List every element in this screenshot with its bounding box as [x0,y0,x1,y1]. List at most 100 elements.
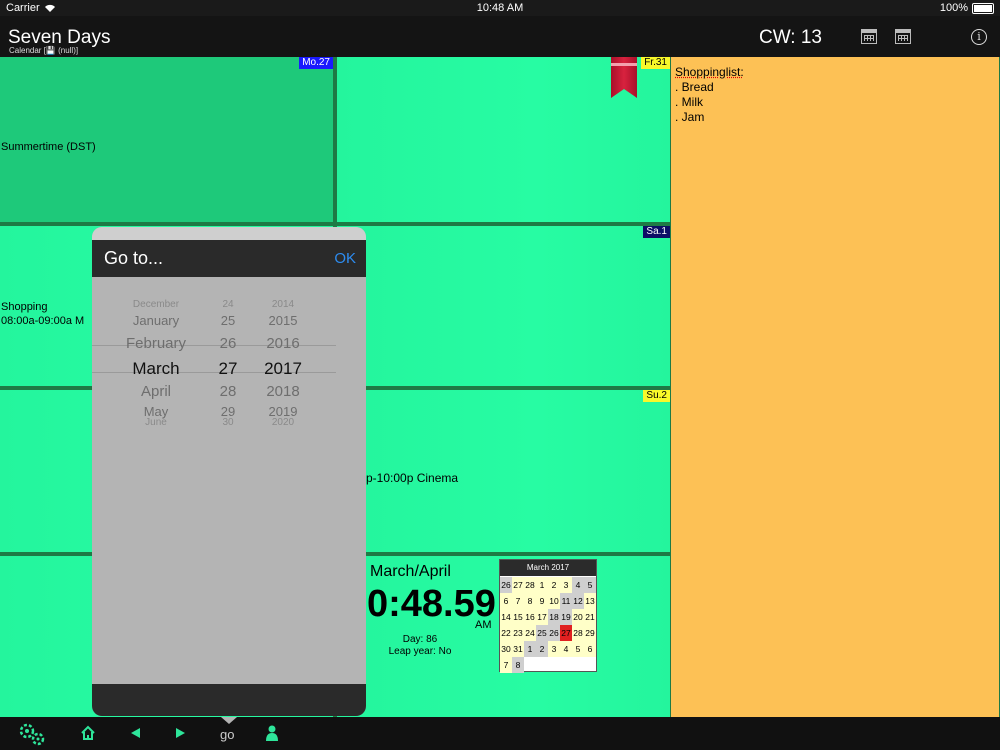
calendar-day[interactable]: 5 [572,641,584,657]
picker-months-option[interactable]: December [98,299,214,310]
calendar-day[interactable]: 6 [584,641,596,657]
day-label: Fr.31 [641,57,670,69]
picker-years-option[interactable]: 2016 [258,335,308,352]
picker-months-option[interactable]: June [98,417,214,428]
settings-gears-icon[interactable] [17,721,47,747]
goto-footer [92,684,366,716]
event-shopping-title[interactable]: Shopping [1,301,48,313]
picker-days-option[interactable]: 28 [208,383,248,400]
picker-months-option[interactable]: April [98,383,214,400]
picker-years-option[interactable]: 2018 [258,383,308,400]
calendar-day[interactable]: 3 [560,577,572,593]
week-number: 26 [548,625,560,641]
status-time: 10:48 AM [476,2,524,14]
calendar-day[interactable]: 4 [572,577,584,593]
calendar-day[interactable]: 9 [536,593,548,609]
calendar-week: CW: 13 [759,27,823,48]
nav-bar: Seven Days Calendar [💾 (null)] CW: 13 i [0,16,1000,57]
calendar-day[interactable]: 18 [548,609,560,625]
picker-days-option[interactable]: 25 [208,313,248,328]
calendar-day[interactable]: 29 [584,625,596,641]
day-of-year: Day: 86 [402,634,438,645]
note-item: . Milk [675,95,703,109]
picker-years-option[interactable]: 2014 [258,299,308,310]
goto-title: Go to... [104,248,164,268]
picker-days-option[interactable]: 27 [208,359,248,379]
calendar-subtitle: Calendar [💾 (null)] [9,46,79,55]
calendar-day[interactable]: 7 [512,593,524,609]
goto-dialog: Go to... OK December January February March… [92,227,366,716]
day-cell-monday[interactable]: Mo.27 Summertime (DST) [0,57,333,222]
picker-months-option[interactable]: February [98,335,214,352]
mini-calendar[interactable]: March 2017 26 27 28 1 2 3 4 5 6 7 8 9 10 11 12 13 14 15 16… [499,559,597,673]
calendar-day[interactable]: 11 [560,593,572,609]
calendar-day[interactable]: 4 [560,641,572,657]
day-label: Sa.1 [643,226,670,238]
calendar-icon[interactable] [895,29,911,44]
event-summertime[interactable]: Summertime (DST) [1,141,96,153]
picker-days-option[interactable]: 24 [208,299,248,310]
go-button[interactable]: go [220,727,234,742]
picker-years-option[interactable]: 2017 [258,359,308,379]
calendar-day[interactable]: 3 [548,641,560,657]
calendar-day[interactable]: 31 [512,641,524,657]
calendar-day[interactable]: 27 [512,577,524,593]
tab-bar: go [0,717,1000,750]
calendar-day[interactable]: 1 [524,641,536,657]
bookmark-icon[interactable] [611,57,637,98]
calendar-day[interactable]: 27 [560,625,572,641]
info-icon[interactable]: i [971,29,987,45]
calendar-day[interactable]: 30 [500,641,512,657]
calendar-day[interactable]: 1 [536,577,548,593]
event-cinema[interactable]: p-10:00p Cinema [366,471,458,485]
day-cell-saturday[interactable]: Sa.1 [337,226,670,386]
picker-months-option[interactable]: January [98,313,214,328]
picker-years-option[interactable]: 2015 [258,313,308,328]
leap-year: Leap year: No [388,646,452,657]
calendar-day[interactable]: 8 [512,657,524,673]
calendar-day[interactable]: 17 [536,609,548,625]
calendar-day[interactable]: 16 [524,609,536,625]
calendar-icon[interactable] [861,29,877,44]
calendar-day[interactable]: 22 [500,625,512,641]
calendar-day[interactable]: 25 [536,625,548,641]
calendar-day[interactable]: 13 [584,593,596,609]
calendar-day[interactable]: 8 [524,593,536,609]
arrow-right-icon[interactable] [175,727,187,739]
mini-calendar-title: March 2017 [500,560,596,576]
week-number: 19 [560,609,572,625]
calendar-day[interactable]: 2 [548,577,560,593]
notes-panel[interactable]: Shoppinglist: . Bread . Milk . Jam [671,57,999,717]
picker-days-option[interactable]: 26 [208,335,248,352]
calendar-day[interactable]: 24 [524,625,536,641]
home-icon[interactable] [80,725,96,741]
person-icon[interactable] [265,725,279,741]
popover-arrow [221,717,237,724]
week-number: 5 [584,577,596,593]
picker-years-option[interactable]: 2020 [258,417,308,428]
notes-heading: Shoppinglist: [675,65,744,79]
arrow-left-icon[interactable] [129,727,141,739]
picker-days-option[interactable]: 30 [208,417,248,428]
calendar-day[interactable]: 20 [572,609,584,625]
calendar-day[interactable]: 23 [512,625,524,641]
calendar-day[interactable]: 28 [572,625,584,641]
calendar-day[interactable]: 28 [524,577,536,593]
status-bar: Carrier 10:48 AM 100% [0,0,1000,16]
calendar-day[interactable]: 7 [500,657,512,673]
day-label: Mo.27 [299,57,333,69]
battery-percent: 100% [939,2,968,14]
event-shopping-time[interactable]: 08:00a-09:00a M [1,315,84,327]
calendar-day[interactable]: 6 [500,593,512,609]
calendar-day[interactable]: 15 [512,609,524,625]
note-item: . Bread [675,80,714,94]
calendar-day[interactable]: 10 [548,593,560,609]
picker-months-option[interactable]: March [98,359,214,379]
ok-button[interactable]: OK [334,250,356,267]
note-item: . Jam [675,110,705,124]
clock-ampm: AM [475,619,492,631]
calendar-day[interactable]: 14 [500,609,512,625]
week-number: 26 [500,577,512,593]
calendar-day[interactable]: 21 [584,609,596,625]
week-number: 12 [572,593,584,609]
